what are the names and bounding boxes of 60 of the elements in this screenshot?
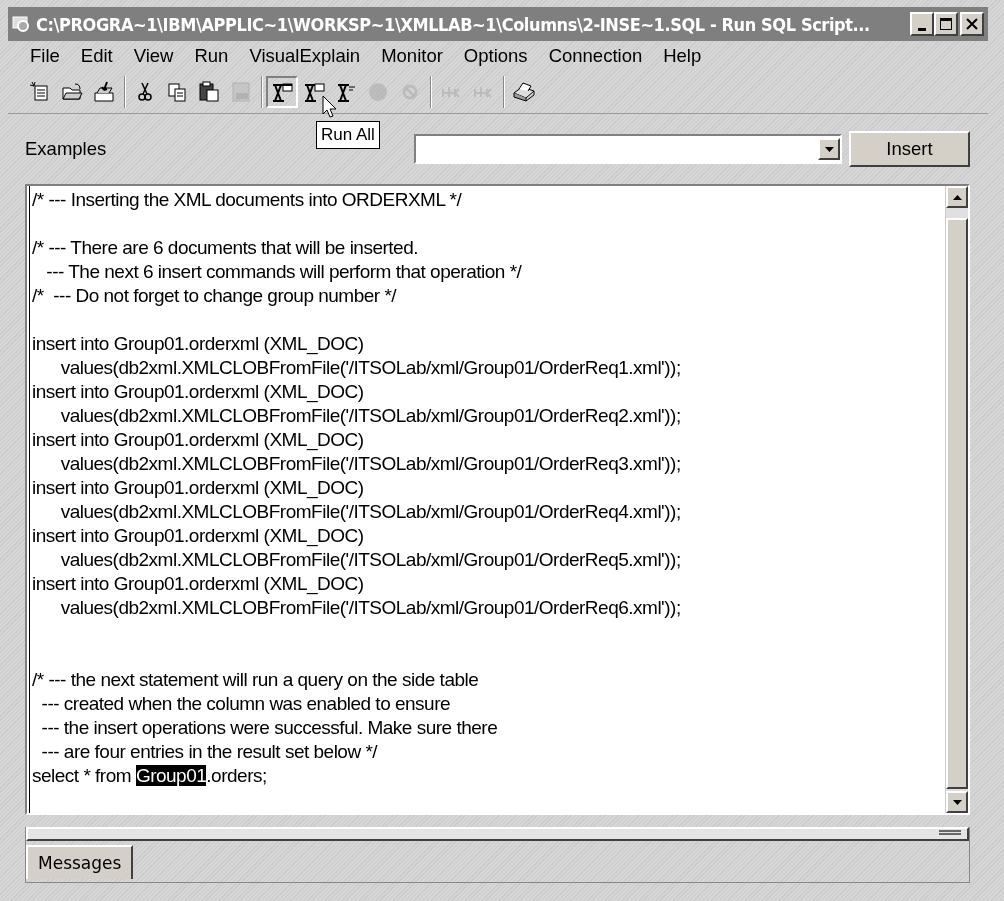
code-line: --- the insert operations were successful. Make sure there <box>40 716 499 740</box>
close-button[interactable] <box>960 12 984 36</box>
stop-icon <box>367 81 389 103</box>
toolbar-button[interactable] <box>266 76 298 108</box>
caret-icon <box>824 146 834 152</box>
splitter-bar[interactable] <box>26 827 969 841</box>
menu-item[interactable]: Edit <box>72 43 121 69</box>
code-line: insert into Group01.orderxml (XML_DOC) <box>32 332 365 356</box>
code-line: /* --- Inserting the XML documents into ORDERXML */ <box>32 188 463 212</box>
down-arrow-icon <box>952 799 962 805</box>
menu-item[interactable]: Options <box>455 43 536 69</box>
code-line: values(db2xml.XMLCLOBFromFile('/ITSOLab/xml/Group01/OrderReq3.xml')); <box>59 452 682 476</box>
window-title: C:\PROGRA~1\IBM\APPLIC~1\WORKSP~1\XMLLAB~1\Columns\2-INSE~1.SQL - Run SQL Script... <box>36 13 871 35</box>
open-folder-icon <box>61 81 83 103</box>
code-line: /* --- the next statement will run a query on the side table <box>32 668 480 692</box>
code-line: insert into Group01.orderxml (XML_DOC) <box>32 380 365 404</box>
code-line: values(db2xml.XMLCLOBFromFile('/ITSOLab/xml/Group01/OrderReq6.xml')); <box>59 596 682 620</box>
insert-button[interactable]: Insert <box>849 131 970 167</box>
maximize-icon <box>940 18 952 30</box>
printer-icon <box>512 81 536 103</box>
up-arrow-icon <box>952 194 962 200</box>
examples-label: Examples <box>25 138 108 160</box>
code-line: values(db2xml.XMLCLOBFromFile('/ITSOLab/xml/Group01/OrderReq5.xml')); <box>59 548 682 572</box>
close-icon <box>966 18 978 30</box>
code-line: values(db2xml.XMLCLOBFromFile('/ITSOLab/xml/Group01/OrderReq2.xml')); <box>59 404 682 428</box>
hourglass-window-icon <box>302 81 326 103</box>
maximize-button[interactable] <box>934 12 958 36</box>
pointer-cursor-icon <box>322 95 338 119</box>
new-document-icon <box>29 81 51 103</box>
save-to-folder-icon <box>93 81 115 103</box>
paste-icon <box>198 81 220 103</box>
messages-tab[interactable]: Messages <box>26 845 134 879</box>
code-line: /* --- There are 6 documents that will be inserted. <box>32 236 419 260</box>
code-line: insert into Group01.orderxml (XML_DOC) <box>32 572 365 596</box>
copy-icon <box>166 81 188 103</box>
minimize-icon <box>918 27 926 31</box>
tooltip: Run All <box>316 121 380 149</box>
code-line: select * from Group01.orders; <box>32 764 268 788</box>
menu-item[interactable]: Run <box>186 43 237 69</box>
hourglass-window-icon <box>270 81 294 103</box>
code-line: --- created when the column was enabled to ensure <box>40 692 452 716</box>
code-line: values(db2xml.XMLCLOBFromFile('/ITSOLab/xml/Group01/OrderReq1.xml')); <box>59 356 682 380</box>
sql-document-icon <box>230 81 252 103</box>
code-line: insert into Group01.orderxml (XML_DOC) <box>32 428 365 452</box>
code-line: insert into Group01.orderxml (XML_DOC) <box>32 476 365 500</box>
grip-icon <box>939 830 961 836</box>
code-line: --- are four entries in the result set below */ <box>40 740 379 764</box>
menu-item[interactable]: VisualExplain <box>241 43 369 69</box>
menu-item[interactable]: View <box>125 43 182 69</box>
menu-item[interactable]: Connection <box>540 43 651 69</box>
menu-item[interactable]: Monitor <box>373 43 451 69</box>
hourglass-icon <box>335 81 357 103</box>
code-line: --- The next 6 insert commands will perform that operation */ <box>45 260 523 284</box>
code-line: values(db2xml.XMLCLOBFromFile('/ITSOLab/xml/Group01/OrderReq4.xml')); <box>59 500 682 524</box>
menu-item[interactable]: File <box>22 43 68 69</box>
code-line: /* --- Do not forget to change group number */ <box>32 284 398 308</box>
minimize-button[interactable] <box>910 12 934 36</box>
menu-item[interactable]: Help <box>655 43 710 69</box>
code-line: insert into Group01.orderxml (XML_DOC) <box>32 524 365 548</box>
examples-dropdown[interactable] <box>414 134 842 164</box>
